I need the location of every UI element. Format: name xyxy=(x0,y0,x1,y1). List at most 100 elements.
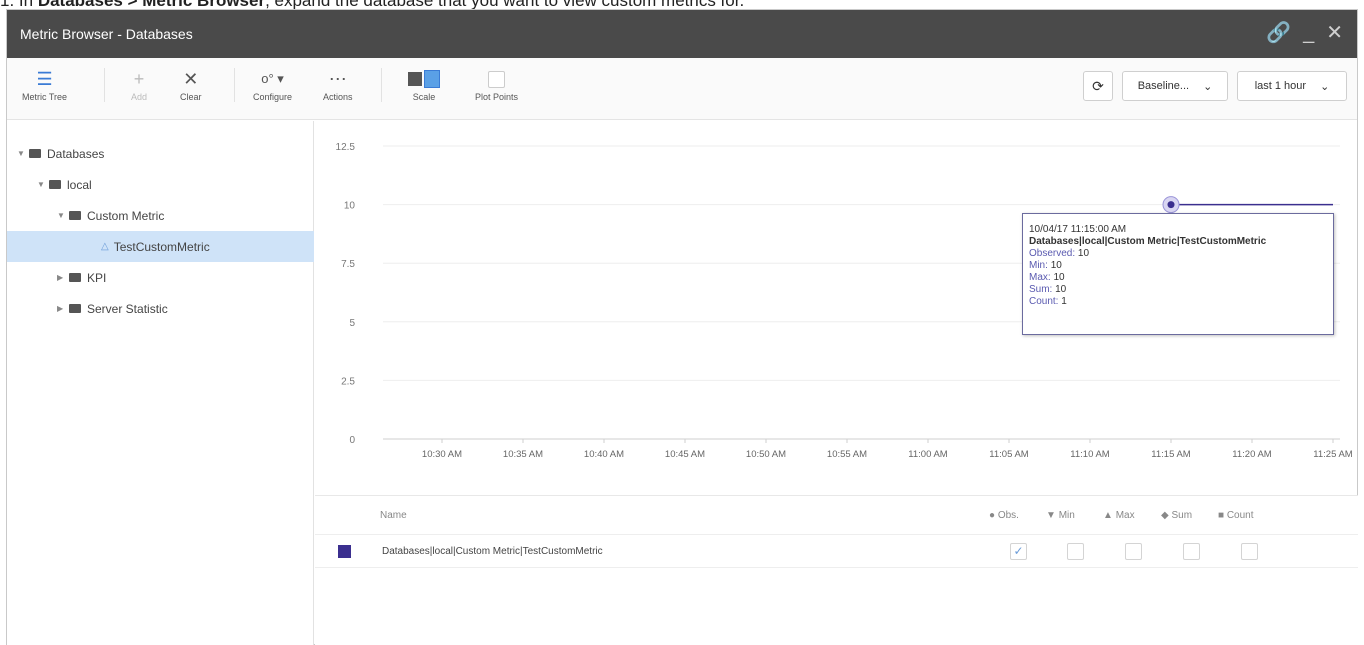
time-range-select[interactable]: last 1 hour ⌄ xyxy=(1237,71,1347,101)
x-tick-label: 11:05 AM xyxy=(989,449,1029,460)
add-label: Add xyxy=(131,92,148,102)
table-row[interactable]: Databases|local|Custom Metric|TestCustom… xyxy=(315,534,1358,568)
close-icon[interactable]: ✕ xyxy=(1326,22,1343,44)
window-title: Metric Browser - Databases xyxy=(20,26,193,42)
legend-min-label: Min xyxy=(1058,510,1075,521)
caret-down-icon[interactable]: ▼ xyxy=(37,180,49,189)
refresh-icon: ⟳ xyxy=(1092,77,1104,94)
chevron-down-icon: ⌄ xyxy=(1203,80,1213,93)
chevron-down-icon: ⌄ xyxy=(1320,80,1330,93)
tooltip-count-label: Count: xyxy=(1029,296,1059,307)
configure-button[interactable]: o° ▾ Configure xyxy=(253,66,292,102)
data-point xyxy=(1167,201,1175,209)
y-tick-label: 5 xyxy=(349,318,355,329)
row-metric-name: Databases|local|Custom Metric|TestCustom… xyxy=(382,546,603,557)
metric-browser-window: Metric Browser - Databases 🔗 _ ✕ ☰ Metri… xyxy=(6,9,1358,645)
tooltip-count-value: 1 xyxy=(1061,296,1067,307)
more-dots-icon: ⋯ xyxy=(328,68,347,89)
caret-right-icon[interactable]: ▶ xyxy=(57,304,69,313)
x-tick-label: 10:40 AM xyxy=(584,449,624,460)
min-checkbox[interactable] xyxy=(1067,543,1084,560)
metric-tree-button[interactable]: ☰ Metric Tree xyxy=(22,66,68,103)
tree-item-custom-metric[interactable]: ▼ Custom Metric xyxy=(7,200,314,231)
plot-points-toggle[interactable]: Plot Points xyxy=(475,66,518,102)
folder-icon xyxy=(69,273,81,282)
close-x-icon: ✕ xyxy=(183,68,199,89)
metric-chart: 12.5 10 7.5 5 2.5 0 10:30 AM 10:35 AM 10:40 AM 10… xyxy=(315,121,1358,493)
link-icon[interactable]: 🔗 xyxy=(1266,22,1291,44)
max-checkbox[interactable] xyxy=(1125,543,1142,560)
x-tick-label: 10:30 AM xyxy=(422,449,462,460)
tree-item-databases[interactable]: ▼ Databases xyxy=(7,138,314,169)
folder-icon xyxy=(49,180,61,189)
count-checkbox[interactable] xyxy=(1241,543,1258,560)
clear-label: Clear xyxy=(180,92,202,102)
legend-obs-label: Obs. xyxy=(997,510,1019,521)
time-range-value: last 1 hour xyxy=(1254,80,1307,92)
tooltip-max-value: 10 xyxy=(1053,272,1065,283)
toolbar: ☰ Metric Tree + Add ✕ Clear o° ▾ Configu… xyxy=(7,58,1357,120)
obs-checkbox[interactable]: ✓ xyxy=(1010,543,1027,560)
tree-item-label: Server Statistic xyxy=(87,301,168,316)
caret-down-icon[interactable]: ▼ xyxy=(17,149,29,158)
tree-item-server-statistic[interactable]: ▶ Server Statistic xyxy=(7,293,314,324)
tooltip-max-label: Max: xyxy=(1029,272,1051,283)
baseline-value: Baseline... xyxy=(1137,80,1190,92)
tooltip-min-value: 10 xyxy=(1050,260,1062,271)
x-tick-label: 11:00 AM xyxy=(908,449,948,460)
caption-prefix: 1. In xyxy=(0,0,33,9)
caption-path: Databases > Metric Browser xyxy=(38,0,265,9)
y-tick-label: 10 xyxy=(344,201,356,212)
column-header-name: Name xyxy=(380,510,407,521)
scale-label: Scale xyxy=(412,92,436,102)
tooltip-sum-label: Sum: xyxy=(1029,284,1053,295)
refresh-button[interactable]: ⟳ xyxy=(1083,71,1113,101)
y-tick-label: 2.5 xyxy=(341,376,355,387)
folder-icon xyxy=(69,211,81,220)
configure-label: Configure xyxy=(253,92,293,102)
x-tick-label: 10:55 AM xyxy=(827,449,867,460)
tree-item-label: TestCustomMetric xyxy=(113,239,210,254)
tree-item-kpi[interactable]: ▶ KPI xyxy=(7,262,314,293)
caret-down-icon[interactable]: ▼ xyxy=(57,211,69,220)
metric-tree-label: Metric Tree xyxy=(22,92,68,102)
x-tick-label: 10:45 AM xyxy=(665,449,705,460)
tooltip-time: 10/04/17 11:15:00 AM xyxy=(1029,224,1127,235)
tooltip-sum-value: 10 xyxy=(1055,284,1067,295)
tooltip-metric-path: Databases|local|Custom Metric|TestCustom… xyxy=(1029,236,1267,247)
tree-item-test-custom-metric[interactable]: △ TestCustomMetric xyxy=(7,231,314,262)
caption-text: , expand the database that you want to v… xyxy=(265,0,744,9)
add-button[interactable]: + Add xyxy=(131,66,148,103)
series-color-swatch xyxy=(338,545,351,558)
y-tick-label: 12.5 xyxy=(336,142,356,153)
tree-item-label: Databases xyxy=(47,146,105,161)
sum-checkbox[interactable] xyxy=(1183,543,1200,560)
clear-button[interactable]: ✕ Clear xyxy=(180,66,202,103)
metric-tree-panel: ▼ Databases ▼ local ▼ Custom Metric △ Te… xyxy=(7,121,314,645)
tree-item-label: Custom Metric xyxy=(87,208,165,223)
title-bar: Metric Browser - Databases 🔗 _ ✕ xyxy=(7,10,1357,58)
instruction-caption: 1. In Databases > Metric Browser, expand… xyxy=(0,0,1364,9)
legend-sum-label: Sum xyxy=(1171,510,1193,521)
scale-button[interactable]: Scale xyxy=(408,66,440,102)
tree-item-local[interactable]: ▼ local xyxy=(7,169,314,200)
folder-icon xyxy=(29,149,41,158)
x-tick-label: 11:15 AM xyxy=(1151,449,1191,460)
tooltip-observed-value: 10 xyxy=(1077,248,1090,259)
actions-label: Actions xyxy=(323,92,353,102)
caret-right-icon[interactable]: ▶ xyxy=(57,273,69,282)
metric-icon: △ xyxy=(101,241,109,252)
gear-icon: o° ▾ xyxy=(261,71,284,86)
tree-item-label: local xyxy=(67,177,92,192)
checkbox-icon xyxy=(488,66,506,92)
actions-button[interactable]: ⋯ Actions xyxy=(323,66,353,103)
x-tick-label: 10:50 AM xyxy=(746,449,786,460)
metric-tree-icon: ☰ xyxy=(36,68,53,89)
baseline-select[interactable]: Baseline... ⌄ xyxy=(1122,71,1228,101)
x-tick-label: 11:20 AM xyxy=(1232,449,1272,460)
data-point-tooltip: 10/04/17 11:15:00 AM Databases|local|Cus… xyxy=(1022,213,1334,335)
minimize-icon[interactable]: _ xyxy=(1303,22,1314,44)
y-tick-label: 0 xyxy=(349,435,355,446)
legend-sum: ◆ Sum xyxy=(1161,510,1193,521)
metric-table: Name ● Obs. ▼ Min ▲ Max ◆ Sum ■ Count Da… xyxy=(315,495,1358,645)
